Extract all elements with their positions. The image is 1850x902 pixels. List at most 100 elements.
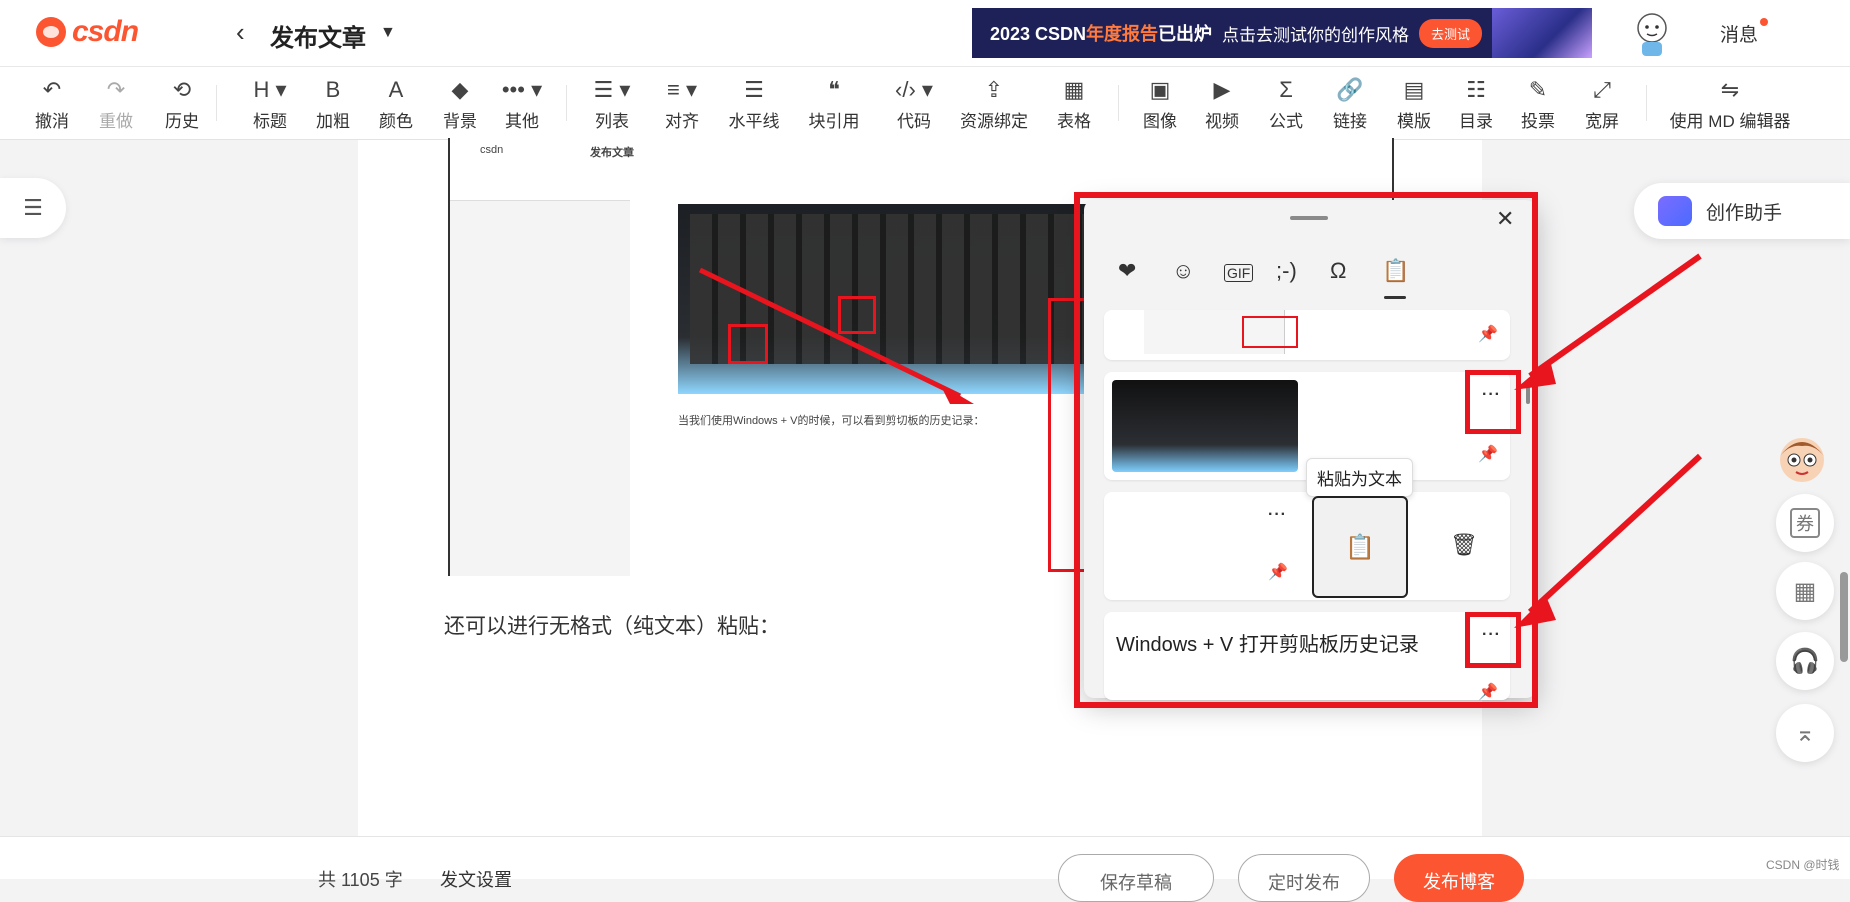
qr-code-icon[interactable]: ▦ (1776, 562, 1834, 620)
toolbar-label: 块引用 (808, 112, 860, 131)
schedule-publish-button[interactable]: 定时发布 (1238, 854, 1370, 902)
coupon-button[interactable]: 券 (1776, 494, 1834, 552)
toolbar-template-button[interactable]: ▤ 模版 (1384, 75, 1444, 132)
csdn-logo[interactable]: csdn (36, 14, 139, 50)
history-icon: ⟲ (172, 77, 192, 102)
toolbar-label: 历史 (165, 112, 199, 131)
toolbar-switch-editor-button[interactable]: ⇋ 使用 MD 编辑器 (1670, 75, 1791, 132)
toolbar-font-color-button[interactable]: A 颜色 (366, 75, 426, 132)
toolbar-resource-button[interactable]: ⇪ 资源绑定 (960, 75, 1028, 132)
publish-button[interactable]: 发布博客 (1394, 854, 1524, 902)
toolbar-undo-button[interactable]: ↶ 撤消 (22, 75, 82, 132)
resource-icon: ⇪ (984, 77, 1004, 102)
unread-dot (1760, 18, 1768, 26)
toolbar-label: 目录 (1459, 112, 1493, 131)
annual-report-banner[interactable]: 2023 CSDN年度报告已出炉 点击去测试你的创作风格 去测试 (972, 8, 1592, 58)
more-button-red-highlight (1465, 612, 1521, 668)
outline-toggle-icon[interactable]: ☰ (0, 178, 66, 238)
avatar[interactable] (1630, 10, 1674, 58)
toolbar-redo-button[interactable]: ↷ 重做 (86, 75, 146, 132)
creation-assistant-button[interactable]: 创作助手 (1634, 183, 1850, 239)
toolbar-label: 模版 (1397, 112, 1431, 131)
toolbar-separator (1118, 85, 1119, 121)
toolbar-widescreen-button[interactable]: ⤢ 宽屏 (1572, 75, 1632, 132)
headset-support-icon[interactable]: 🎧 (1776, 632, 1834, 690)
toolbar-link-button[interactable]: 🔗 链接 (1320, 75, 1380, 132)
toolbar-label: 撤消 (35, 112, 69, 131)
toolbar-list-button[interactable]: ☰ ▾ 列表 (582, 75, 642, 132)
font-color-icon: A (388, 77, 404, 102)
toolbar-image-button[interactable]: ▣ 图像 (1130, 75, 1190, 132)
toolbar-label: 表格 (1057, 112, 1091, 131)
align-icon: ≡ ▾ (667, 77, 697, 102)
toolbar-bold-button[interactable]: B 加粗 (303, 75, 363, 132)
video-icon: ▶ (1213, 77, 1231, 102)
heading-icon: H ▾ (253, 77, 287, 102)
widescreen-icon: ⤢ (1593, 77, 1611, 102)
toolbar-toc-button[interactable]: ☷ 目录 (1446, 75, 1506, 132)
toolbar-code-button[interactable]: ‹/› ▾ 代码 (884, 75, 944, 132)
messages-link[interactable]: 消息 (1720, 20, 1758, 47)
toolbar-label: 颜色 (379, 112, 413, 131)
toolbar-label: 宽屏 (1585, 112, 1619, 131)
banner-test-button[interactable]: 去测试 (1419, 18, 1483, 48)
editor-paragraph[interactable]: 还可以进行无格式（纯文本）粘贴： (444, 610, 780, 640)
word-count: 共 1105 字 (318, 870, 403, 890)
toolbar-more-button[interactable]: ••• ▾ 其他 (492, 75, 552, 132)
toolbar-heading-button[interactable]: H ▾ 标题 (240, 75, 300, 132)
toolbar-video-button[interactable]: ▶ 视频 (1192, 75, 1252, 132)
toolbar-history-button[interactable]: ⟲ 历史 (152, 75, 212, 132)
redo-icon: ↷ (106, 77, 126, 102)
back-to-top-icon[interactable]: ⌅ (1776, 704, 1834, 762)
chevron-left-icon[interactable]: ‹ (236, 17, 245, 48)
toolbar-quote-button[interactable]: ❝ 块引用 (804, 75, 864, 132)
toolbar-separator (1646, 85, 1647, 121)
undo-icon: ↶ (42, 77, 62, 102)
coupon-icon: 券 (1790, 508, 1820, 538)
toolbar-label: 图像 (1143, 112, 1177, 131)
toolbar-label: 代码 (897, 112, 931, 131)
toolbar-sigma-button[interactable]: Σ 公式 (1256, 75, 1316, 132)
toolbar-label: 其他 (505, 112, 539, 131)
page-scrollbar[interactable] (1840, 572, 1848, 662)
toolbar-label: 链接 (1333, 112, 1367, 131)
switch-editor-icon: ⇋ (1720, 77, 1740, 102)
embedded-logo: csdn (480, 144, 504, 156)
toolbar-align-button[interactable]: ≡ ▾ 对齐 (652, 75, 712, 132)
toolbar-label: 视频 (1205, 112, 1239, 131)
win-key-highlight (728, 324, 768, 364)
banner-title: 2023 CSDN年度报告已出炉 (990, 24, 1213, 44)
mascot-logo-icon (36, 17, 66, 47)
robot-icon (1658, 196, 1692, 226)
embedded-title: 发布文章 (590, 147, 634, 159)
save-draft-button[interactable]: 保存草稿 (1058, 854, 1214, 902)
toolbar-table-button[interactable]: ▦ 表格 (1044, 75, 1104, 132)
horizontal-rule-icon: ☰ (744, 77, 764, 102)
more-button-red-highlight (1465, 370, 1521, 434)
watermark: CSDN @时钱 (1766, 858, 1840, 872)
vote-icon: ✎ (1528, 77, 1548, 102)
toolbar-label: 资源绑定 (960, 112, 1028, 131)
v-key-highlight (838, 296, 876, 334)
chevron-down-icon[interactable]: ▼ (380, 24, 396, 42)
toolbar-label: 对齐 (665, 112, 699, 131)
toolbar-horizontal-rule-button[interactable]: ☰ 水平线 (724, 75, 784, 132)
toolbar-label: 标题 (253, 112, 287, 131)
template-icon: ▤ (1403, 77, 1425, 102)
toolbar-label: 公式 (1269, 112, 1303, 131)
image-icon: ▣ (1149, 77, 1171, 102)
toolbar-vote-button[interactable]: ✎ 投票 (1508, 75, 1568, 132)
toc-icon: ☷ (1466, 77, 1486, 102)
banner-subtitle: 点击去测试你的创作风格 (1222, 25, 1410, 45)
toolbar-paint-bucket-button[interactable]: ◆ 背景 (430, 75, 490, 132)
arrow-line (1528, 253, 1702, 379)
post-settings-link[interactable]: 发文设置 (440, 866, 512, 892)
list-icon: ☰ ▾ (593, 77, 631, 102)
toolbar-label: 背景 (443, 112, 477, 131)
mascot-character[interactable] (1770, 430, 1834, 500)
sigma-icon: Σ (1279, 77, 1293, 102)
toolbar-label: 加粗 (316, 112, 350, 131)
paint-bucket-icon: ◆ (451, 77, 469, 102)
page-title[interactable]: 发布文章 (270, 18, 366, 53)
bottom-action-bar (0, 836, 1850, 879)
